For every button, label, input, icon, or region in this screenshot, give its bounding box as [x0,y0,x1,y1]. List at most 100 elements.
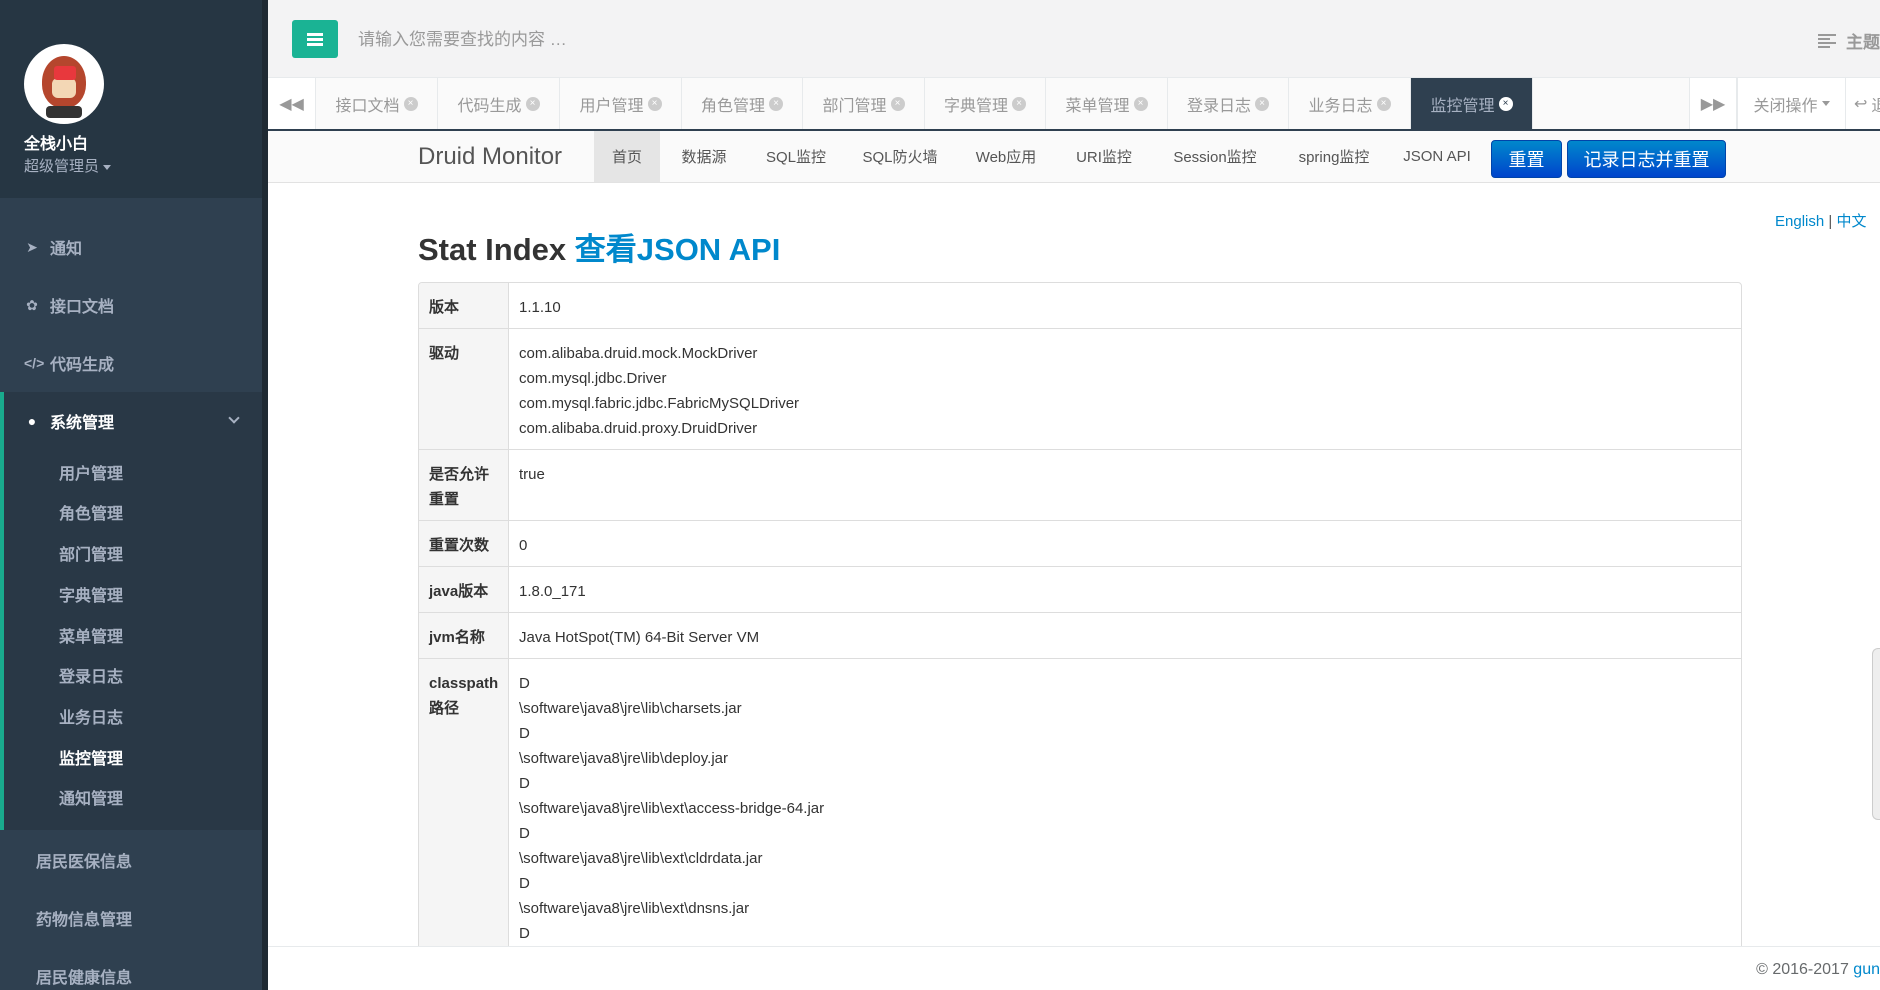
row-value: true [519,466,545,483]
close-icon[interactable]: × [1498,96,1513,111]
tab-role[interactable]: 角色管理 × [682,78,803,129]
submenu-role[interactable]: 角色管理 [59,500,123,524]
sidebar-item-label: 系统管理 [50,415,115,432]
close-icon[interactable]: × [1255,96,1269,111]
tab-dept[interactable]: 部门管理 × [803,78,925,129]
tab-label: 部门管理 [822,97,887,115]
druid-nav-sql-firewall[interactable]: SQL防火墙 [844,131,956,182]
tab-label: 代码生成 [457,97,522,115]
row-key: 是否允许 重置 [419,450,509,520]
table-row: jvm名称 Java HotSpot(TM) 64-Bit Server VM [419,612,1741,658]
submenu-biz-log[interactable]: 业务日志 [59,704,123,728]
forward-icon: ▶▶ [1700,95,1726,113]
theme-label: 主题 [1846,33,1880,52]
view-json-api-link[interactable]: 查看JSON API [575,232,781,267]
tab-code-gen[interactable]: 代码生成 × [438,78,560,129]
close-ops-label: 关闭操作 [1753,97,1818,115]
sidebar-item-notice[interactable]: ➤ 通知 [0,218,262,276]
druid-nav-spring-monitor[interactable]: spring监控 [1278,131,1390,182]
druid-nav-home[interactable]: 首页 [594,131,660,182]
avatar[interactable] [24,44,104,124]
exit-button[interactable]: ↩ 退 [1845,78,1880,129]
log-and-reset-button[interactable]: 记录日志并重置 [1567,140,1726,178]
code-icon: </> [24,355,45,371]
user-profile: 全栈小白 超级管理员 [0,0,262,198]
row-key: 重置次数 [419,521,509,566]
side-scroll-handle[interactable] [1872,648,1880,820]
tab-login-log[interactable]: 登录日志 × [1168,78,1289,129]
druid-nav-json-api[interactable]: JSON API [1390,131,1484,182]
bars-icon [307,32,323,46]
close-icon[interactable]: × [769,96,783,111]
caret-down-icon [1821,101,1830,106]
sidebar-item-insurance[interactable]: 居民医保信息 [36,848,132,872]
close-icon[interactable]: × [890,96,905,111]
rocket-icon: ➤ [26,238,38,255]
menu-toggle-button[interactable] [292,20,338,58]
druid-nav-sql-monitor[interactable]: SQL监控 [748,131,844,182]
druid-nav-session-monitor[interactable]: Session监控 [1152,131,1278,182]
sidebar-item-system[interactable]: ● 系统管理 [0,392,262,450]
submenu-notice-mgmt[interactable]: 通知管理 [59,785,123,809]
druid-nav-web-app[interactable]: Web应用 [956,131,1056,182]
system-submenu [0,450,262,830]
copyright-text: © 2016-2017 [1756,961,1849,978]
tab-user[interactable]: 用户管理 × [560,78,682,129]
tab-menu[interactable]: 菜单管理 × [1046,78,1168,129]
tab-dict[interactable]: 字典管理 × [925,78,1046,129]
sidebar-item-health[interactable]: 居民健康信息 [36,964,132,988]
row-key: 版本 [419,283,509,328]
sidebar-item-code-gen[interactable]: </> 代码生成 [0,334,262,392]
tab-api-docs[interactable]: 接口文档 × [316,78,438,129]
submenu-dept[interactable]: 部门管理 [59,541,123,565]
user-role-label: 超级管理员 [24,158,100,175]
search-input[interactable] [358,24,1058,56]
druid-navbar: Druid Monitor 首页 数据源 SQL监控 SQL防火墙 Web应用 … [268,131,1880,183]
user-name: 全栈小白 [24,136,89,153]
table-row: java版本 1.8.0_171 [419,566,1741,612]
lang-chinese-link[interactable]: 中文 [1836,213,1866,230]
tab-biz-log[interactable]: 业务日志 × [1289,78,1411,129]
close-icon[interactable]: × [647,96,662,111]
tab-label: 菜单管理 [1065,97,1130,115]
row-key: 驱动 [419,329,509,449]
page-title-text: Stat Index [418,232,567,267]
submenu-menu[interactable]: 菜单管理 [59,623,123,647]
close-icon[interactable]: × [1012,96,1026,111]
sidebar-item-medicine[interactable]: 药物信息管理 [36,906,132,930]
druid-brand[interactable]: Druid Monitor [418,143,562,171]
submenu-monitor[interactable]: 监控管理 [59,745,123,769]
row-key: jvm名称 [419,613,509,658]
druid-nav-uri-monitor[interactable]: URI监控 [1056,131,1152,182]
lang-separator: | [1828,213,1833,230]
close-operations-dropdown[interactable]: 关闭操作 [1737,78,1845,129]
tab-monitor[interactable]: 监控管理 × [1411,78,1533,129]
copyright-link[interactable]: gun [1853,961,1880,978]
theme-button[interactable]: 主题 [1818,28,1880,53]
tabs-scroll-right-button[interactable]: ▶▶ [1689,78,1737,129]
table-row: 是否允许 重置 true [419,449,1741,520]
submenu-user[interactable]: 用户管理 [59,460,123,484]
lang-english-link[interactable]: English [1775,213,1824,230]
submenu-dict[interactable]: 字典管理 [59,582,123,606]
submenu-login-log[interactable]: 登录日志 [59,663,123,687]
table-row: classpath 路径 D \software\java8\jre\lib\c… [419,658,1741,971]
user-role-dropdown[interactable]: 超级管理员 [24,155,112,176]
sidebar-item-api-docs[interactable]: ✿ 接口文档 [0,276,262,334]
tab-label: 登录日志 [1186,97,1251,115]
user-icon: ● [27,413,37,429]
close-icon[interactable]: × [525,96,540,111]
table-row: 版本 1.1.10 [419,283,1741,328]
close-icon[interactable]: × [1133,96,1148,111]
tabs-scroll-left-button[interactable]: ◀◀ [268,78,316,129]
reset-button[interactable]: 重置 [1491,140,1562,178]
row-value: Java HotSpot(TM) 64-Bit Server VM [519,629,760,646]
sign-out-icon: ↩ [1854,95,1868,113]
sidebar-item-label: 代码生成 [50,357,115,374]
close-icon[interactable]: × [403,96,418,111]
druid-nav-datasource[interactable]: 数据源 [660,131,748,182]
close-icon[interactable]: × [1376,96,1391,111]
caret-down-icon [103,164,112,170]
tab-label: 角色管理 [700,97,765,115]
tab-label: 字典管理 [943,97,1008,115]
